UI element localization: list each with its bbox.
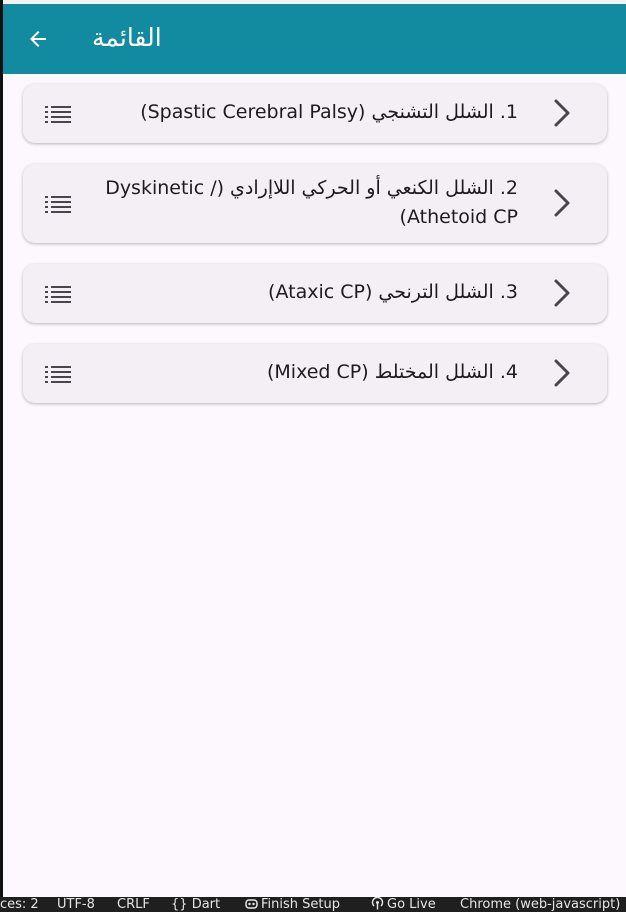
copilot-icon xyxy=(245,899,258,909)
list-item-label: 4. الشلل المختلط (Mixed CP) xyxy=(266,361,518,383)
list-icon xyxy=(45,106,71,123)
list-icon xyxy=(45,286,71,303)
list-item[interactable]: 2. الشلل الكنعي أو الحركي اللاإرادي (Dys… xyxy=(23,164,607,243)
app-bar: القائمة xyxy=(3,4,626,74)
list-item-label: 2. الشلل الكنعي أو الحركي اللاإرادي (Dys… xyxy=(105,177,518,228)
arrow-back-icon xyxy=(30,31,46,47)
braces-icon: {} xyxy=(171,897,188,912)
status-go-live[interactable]: Go Live xyxy=(371,897,436,912)
list-item[interactable]: 4. الشلل المختلط (Mixed CP) xyxy=(23,344,607,403)
app-screen: القائمة 1. الشلل التشنجي (Spastic Cerebr… xyxy=(3,4,626,897)
chevron-right-icon xyxy=(554,359,570,387)
broadcast-icon xyxy=(371,897,384,910)
list-icon xyxy=(45,196,71,213)
status-indentation[interactable]: ces: 2 xyxy=(0,897,39,912)
chevron-right-icon xyxy=(554,189,570,217)
chevron-right-icon xyxy=(554,279,570,307)
status-language-label: Dart xyxy=(191,897,221,912)
back-button[interactable] xyxy=(19,20,57,58)
list-item-label: 3. الشلل الترنحي (Ataxic CP) xyxy=(268,281,518,303)
status-finish-setup-label: Finish Setup xyxy=(261,897,340,912)
status-encoding[interactable]: UTF-8 xyxy=(57,897,95,912)
status-debug-target[interactable]: Chrome (web-javascript) xyxy=(460,897,620,912)
list-icon xyxy=(45,366,71,383)
status-language[interactable]: {} Dart xyxy=(171,897,220,912)
chevron-right-icon xyxy=(554,99,570,127)
page-title: القائمة xyxy=(92,23,162,52)
status-line-ending[interactable]: CRLF xyxy=(117,897,150,912)
status-finish-setup[interactable]: Finish Setup xyxy=(245,897,340,912)
editor-status-bar: ces: 2 UTF-8 CRLF {} Dart Finish Setup G… xyxy=(0,897,626,912)
list-item[interactable]: 1. الشلل التشنجي (Spastic Cerebral Palsy… xyxy=(23,84,607,143)
list-item[interactable]: 3. الشلل الترنحي (Ataxic CP) xyxy=(23,264,607,323)
status-go-live-label: Go Live xyxy=(387,897,436,912)
list-item-label: 1. الشلل التشنجي (Spastic Cerebral Palsy… xyxy=(140,101,518,123)
